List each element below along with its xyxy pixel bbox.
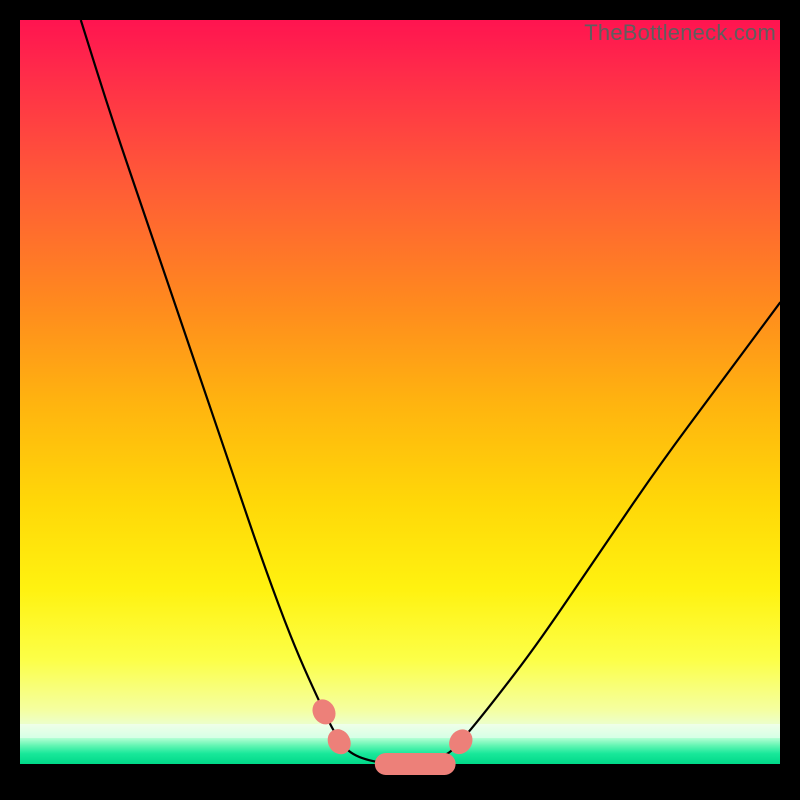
marker-capsule [375,753,456,775]
watermark-text: TheBottleneck.com [584,20,776,46]
plot-area: TheBottleneck.com [20,20,780,780]
highlight-markers [308,695,477,775]
outer-frame: TheBottleneck.com [0,0,800,800]
marker-dot [308,695,340,729]
bottleneck-curve [20,20,780,780]
curve-line [81,20,780,764]
